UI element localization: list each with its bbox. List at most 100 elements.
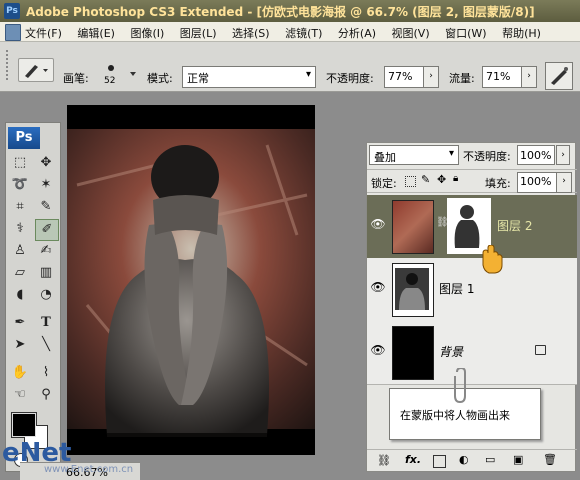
lock-transparent-icon[interactable] (405, 176, 416, 187)
magic-wand-icon[interactable]: ✶ (35, 175, 57, 195)
fill-input[interactable]: 100% (517, 172, 557, 193)
gradient-tool-icon[interactable]: ▥ (35, 263, 57, 283)
history-brush-icon[interactable]: ✍ (35, 241, 57, 261)
document-icon[interactable] (5, 24, 21, 41)
lock-label: 锁定: (371, 177, 397, 190)
link-layers-icon[interactable]: ⛓︎ (377, 454, 391, 467)
new-group-icon[interactable]: ▭ (485, 453, 495, 466)
brush-tool-icon[interactable]: ✐ (35, 219, 59, 241)
menu-image[interactable]: 图像(I) (130, 27, 164, 40)
visibility-eye-icon[interactable]: 👁︎ (369, 278, 387, 296)
layer-thumbnail (392, 326, 434, 380)
menu-help[interactable]: 帮助(H) (502, 27, 541, 40)
toolbox-logo: Ps (8, 127, 40, 149)
document-canvas[interactable] (67, 105, 315, 455)
adjustment-layer-icon[interactable]: ◐ (459, 453, 469, 466)
layer-opacity-input[interactable]: 100% (517, 145, 555, 165)
lock-row: 锁定: ✎ ✥ 🔒︎ 填充: 100% › (367, 169, 577, 193)
airbrush-toggle[interactable] (545, 62, 573, 90)
window-title: Adobe Photoshop CS3 Extended - [仿欧式电影海报 … (26, 5, 535, 19)
mode-label: 模式: (147, 72, 173, 85)
brush-picker[interactable]: 52 (100, 58, 140, 90)
menu-file[interactable]: 文件(F) (25, 27, 62, 40)
brush-preset-icon (25, 65, 48, 78)
layer-opacity-label: 不透明度: (463, 150, 511, 163)
figure-thumbnail (395, 268, 429, 310)
lock-all-icon[interactable]: 🔒︎ (453, 173, 458, 184)
layer-thumbnail (392, 263, 434, 317)
layers-button-row: ⛓︎ fx. ◐ ▭ ▣ 🗑︎ (367, 449, 577, 473)
dodge-tool-icon[interactable]: ◔ (35, 285, 57, 305)
menu-view[interactable]: 视图(V) (392, 27, 430, 40)
slice-tool-icon[interactable]: ✎ (35, 197, 57, 217)
opacity-input[interactable]: 77% (384, 66, 424, 88)
menu-window[interactable]: 窗口(W) (445, 27, 486, 40)
foreground-color-top (12, 413, 36, 437)
clone-stamp-icon[interactable]: ♙ (9, 241, 31, 261)
layer-name[interactable]: 图层 1 (439, 280, 474, 297)
add-mask-icon[interactable] (433, 455, 446, 468)
mask-silhouette (454, 205, 480, 248)
toolbox: Ps ⬚ ✥ ➰ ✶ ⌗ ✎ ⚕ ✐ ♙ ✍ ▱ ▥ ◖ ◔ ✒ T ➤ ╲ ✋… (5, 122, 61, 472)
path-selection-icon[interactable]: ➤ (9, 335, 31, 355)
menu-layer[interactable]: 图层(L) (180, 27, 217, 40)
poster-image (67, 105, 315, 455)
opacity-slider-arrow[interactable]: › (423, 66, 439, 88)
mode-select[interactable]: 正常 ▾ (182, 66, 316, 88)
eraser-icon[interactable]: ▱ (9, 263, 31, 283)
flow-value: 71% (486, 70, 511, 83)
visibility-eye-icon[interactable]: 👁︎ (369, 215, 387, 233)
flow-label: 流量: (449, 72, 475, 85)
layers-panel: 叠加 ▾ 不透明度: 100% › 锁定: ✎ ✥ 🔒︎ 填充: 100% › … (366, 142, 577, 473)
type-tool-icon[interactable]: T (35, 313, 57, 333)
lock-pixels-icon[interactable]: ✎ (421, 173, 430, 186)
healing-brush-icon[interactable]: ⚕ (9, 219, 31, 239)
layer-thumbnail (392, 200, 434, 254)
notes-tool-icon[interactable]: ✋ (9, 363, 31, 383)
layer-row-layer1[interactable]: 👁︎ 图层 1 (367, 258, 577, 322)
layer-opacity-value: 100% (520, 149, 552, 162)
title-bar: Ps Adobe Photoshop CS3 Extended - [仿欧式电影… (0, 0, 580, 22)
menu-edit[interactable]: 编辑(E) (77, 27, 115, 40)
layer-name[interactable]: 图层 2 (497, 217, 532, 234)
chevron-down-icon: ▾ (305, 69, 311, 80)
fill-value: 100% (520, 175, 552, 188)
lock-position-icon[interactable]: ✥ (437, 173, 446, 186)
new-layer-icon[interactable]: ▣ (513, 453, 523, 466)
menu-filter[interactable]: 滤镜(T) (285, 27, 322, 40)
layer-name[interactable]: 背景 (439, 343, 463, 360)
app-icon: Ps (4, 3, 20, 19)
blend-mode-select[interactable]: 叠加 ▾ (369, 145, 459, 165)
blur-tool-icon[interactable]: ◖ (9, 285, 31, 305)
layer-style-icon[interactable]: fx. (405, 453, 421, 466)
zoom-tool-icon[interactable]: ⚲ (35, 385, 57, 405)
flow-input[interactable]: 71% (482, 66, 522, 88)
grip-handle[interactable] (6, 50, 16, 80)
menu-analysis[interactable]: 分析(A) (338, 27, 376, 40)
opacity-label: 不透明度: (326, 72, 374, 85)
move-tool-icon[interactable]: ✥ (35, 153, 57, 173)
watermark-url: www.Enet.com.cn (44, 464, 134, 475)
hand-cursor-icon (482, 245, 503, 274)
lasso-tool-icon[interactable]: ➰ (9, 175, 31, 195)
fill-arrow[interactable]: › (556, 172, 572, 193)
hand-tool-icon[interactable]: ☜ (9, 385, 31, 405)
crop-tool-icon[interactable]: ⌗ (9, 197, 31, 217)
line-tool-icon[interactable]: ╲ (35, 335, 57, 355)
opacity-value: 77% (388, 70, 413, 83)
pen-tool-icon[interactable]: ✒ (9, 313, 31, 333)
menu-select[interactable]: 选择(S) (232, 27, 270, 40)
flow-slider-arrow[interactable]: › (521, 66, 537, 88)
blend-mode-value: 叠加 (374, 151, 396, 164)
layer-row-layer2[interactable]: 👁︎ ⛓︎ 图层 2 (367, 195, 577, 274)
callout-text: 在蒙版中将人物画出来 (400, 409, 510, 422)
delete-layer-icon[interactable]: 🗑︎ (543, 453, 557, 466)
fill-label: 填充: (485, 177, 511, 190)
visibility-eye-icon[interactable]: 👁︎ (369, 341, 387, 359)
tool-preset-picker[interactable] (18, 58, 54, 82)
layer-opacity-arrow[interactable]: › (556, 145, 570, 165)
paperclip-icon (454, 368, 466, 404)
eyedropper-icon[interactable]: ⌇ (35, 363, 57, 383)
airbrush-icon (551, 67, 568, 85)
marquee-tool-icon[interactable]: ⬚ (9, 153, 31, 173)
